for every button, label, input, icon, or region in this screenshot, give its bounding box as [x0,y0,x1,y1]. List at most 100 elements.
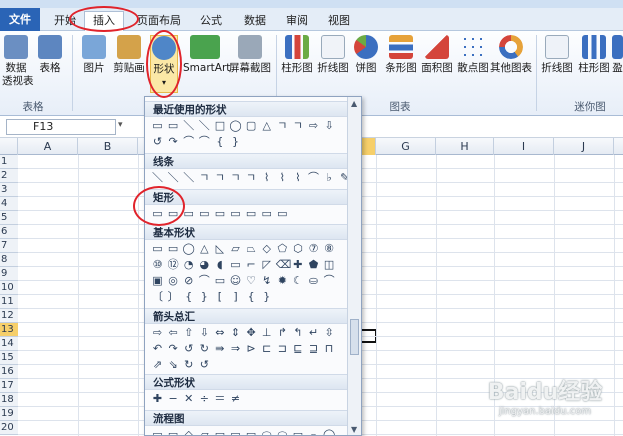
column-chart-button[interactable]: 柱形图 [279,35,315,75]
row-header[interactable]: 3 [0,183,18,197]
shape-option[interactable]: ＼ [182,171,195,184]
shape-option[interactable]: ㄱ [198,171,211,184]
shape-option[interactable]: ▭ [229,258,242,271]
smartart-button[interactable]: SmartArt [183,35,230,75]
shape-option[interactable]: ▭ [213,207,226,220]
row-header[interactable]: 16 [0,365,18,379]
menu-scrollbar[interactable]: ▲ ▼ [347,97,361,435]
shape-option[interactable]: ＼ [151,171,164,184]
shape-option[interactable]: ✚ [151,392,164,405]
tab-review[interactable]: 审阅 [282,12,312,31]
shape-option[interactable]: ◯ [323,428,336,435]
row-header[interactable]: 15 [0,351,18,365]
shape-option[interactable]: ⌇ [291,171,304,184]
shape-option[interactable]: ✕ [182,392,195,405]
tab-page-layout[interactable]: 页面布局 [130,12,188,31]
shape-option[interactable]: ↵ [307,326,320,339]
shape-option[interactable]: ⑧ [323,242,336,255]
shape-option[interactable]: ⬠ [276,242,289,255]
shape-option[interactable]: ↺ [182,342,195,355]
shape-option[interactable]: ☺ [229,274,242,287]
pivot-table-button[interactable]: 数据 透视表 [2,35,34,88]
shape-option[interactable]: ⌒ [307,171,320,184]
shape-option[interactable]: ↷ [167,135,180,148]
shape-option[interactable]: ⊥ [260,326,273,339]
row-header[interactable]: 17 [0,379,18,393]
column-header[interactable]: A [18,138,78,155]
shape-option[interactable]: ⊒ [307,342,320,355]
shape-option[interactable]: ▭ [229,207,242,220]
pie-chart-button[interactable]: 饼图 [351,35,381,75]
shape-option[interactable]: ⇗ [151,358,164,371]
shape-option[interactable]: ㄱ [276,119,289,132]
shape-option[interactable]: ↱ [276,326,289,339]
shape-option[interactable]: ⊳ [245,342,258,355]
column-header[interactable]: B [78,138,138,155]
column-header-selected[interactable] [362,138,376,155]
other-charts-button[interactable]: 其他图表 [489,35,533,75]
shape-option[interactable]: ＼ [198,119,211,132]
shape-option[interactable]: ✥ [245,326,258,339]
shape-option[interactable]: ▣ [151,274,164,287]
shape-option[interactable]: ▭ [229,428,242,435]
row-header[interactable]: 2 [0,169,18,183]
shape-option[interactable]: ▭ [167,242,180,255]
shape-option[interactable]: ≠ [229,392,242,405]
shape-option[interactable]: ↻ [198,342,211,355]
shape-option[interactable]: ⑩ [151,258,164,271]
shape-option[interactable]: ㄱ [213,171,226,184]
scroll-down-icon[interactable]: ▼ [351,425,357,434]
shape-option[interactable]: ⬭ [276,428,289,435]
shape-option[interactable]: } [260,290,273,303]
shape-option[interactable]: ◇ [182,428,195,435]
shape-option[interactable]: ＼ [167,171,180,184]
shape-option[interactable]: ⌫ [276,258,292,271]
shape-option[interactable]: ⌐ [245,258,258,271]
shape-option[interactable]: } [229,135,242,148]
tab-view[interactable]: 视图 [324,12,354,31]
shape-option[interactable]: ▭ [213,274,226,287]
shape-option[interactable]: ⌒ [198,274,211,287]
column-header[interactable]: I [494,138,554,155]
shape-option[interactable]: ⊓ [323,342,336,355]
sparkline-line-button[interactable]: 折线图 [539,35,575,75]
scroll-up-icon[interactable]: ▲ [351,99,357,108]
tab-formulas[interactable]: 公式 [196,12,226,31]
shape-option[interactable]: ⇕ [229,326,242,339]
shape-option[interactable]: ◺ [213,242,226,255]
scrollbar-thumb[interactable] [350,319,359,355]
shape-option[interactable]: ⇘ [167,358,180,371]
clipart-button[interactable]: 剪贴画 [112,35,146,75]
shape-option[interactable]: ↷ [167,342,180,355]
table-button[interactable]: 表格 [36,35,64,75]
shape-option[interactable]: ▭ [167,428,180,435]
shape-option[interactable]: ◖ [213,258,226,271]
shape-option[interactable]: ↻ [182,358,195,371]
shape-option[interactable]: } [198,290,211,303]
shape-option[interactable]: ⬟ [307,258,320,271]
shape-option[interactable]: ◔ [182,258,195,271]
shape-option[interactable]: ◇ [260,242,273,255]
shape-option[interactable]: ⊏ [260,342,273,355]
shapes-gallery-menu[interactable]: 最近使用的形状 ▭ ▭ ＼ ＼ □ ◯ ▢ △ ㄱㄱ ⇨ ⇩ ↺ ↷ ⌒ ⌒{} 线条 ＼ ＼ ＼ ㄱㄱㄱㄱ ⌇ ⌇ ⌇… [144,96,362,436]
shape-option[interactable]: ⇧ [182,326,195,339]
shape-option[interactable]: ⇔ [213,326,226,339]
row-header[interactable]: 14 [0,337,18,351]
shape-option[interactable]: ↰ [291,326,304,339]
shape-option[interactable]: ㄱ [229,171,242,184]
row-header[interactable]: 1 [0,155,18,169]
shape-option[interactable]: ⑦ [307,242,320,255]
shape-option[interactable]: △ [198,242,211,255]
shape-option[interactable]: ◕ [198,258,211,271]
line-chart-button[interactable]: 折线图 [315,35,351,75]
select-all-corner[interactable] [0,138,18,155]
shape-option[interactable]: △ [260,119,273,132]
shape-option[interactable]: ▭ [167,119,180,132]
row-header[interactable]: 4 [0,197,18,211]
shape-option[interactable]: ◎ [167,274,180,287]
shape-option[interactable]: ▭ [151,242,164,255]
shape-option[interactable]: { [182,290,195,303]
sparkline-column-button[interactable]: 柱形图 [576,35,612,75]
shape-option[interactable]: − [167,392,180,405]
shape-option[interactable]: ▭ [260,207,273,220]
